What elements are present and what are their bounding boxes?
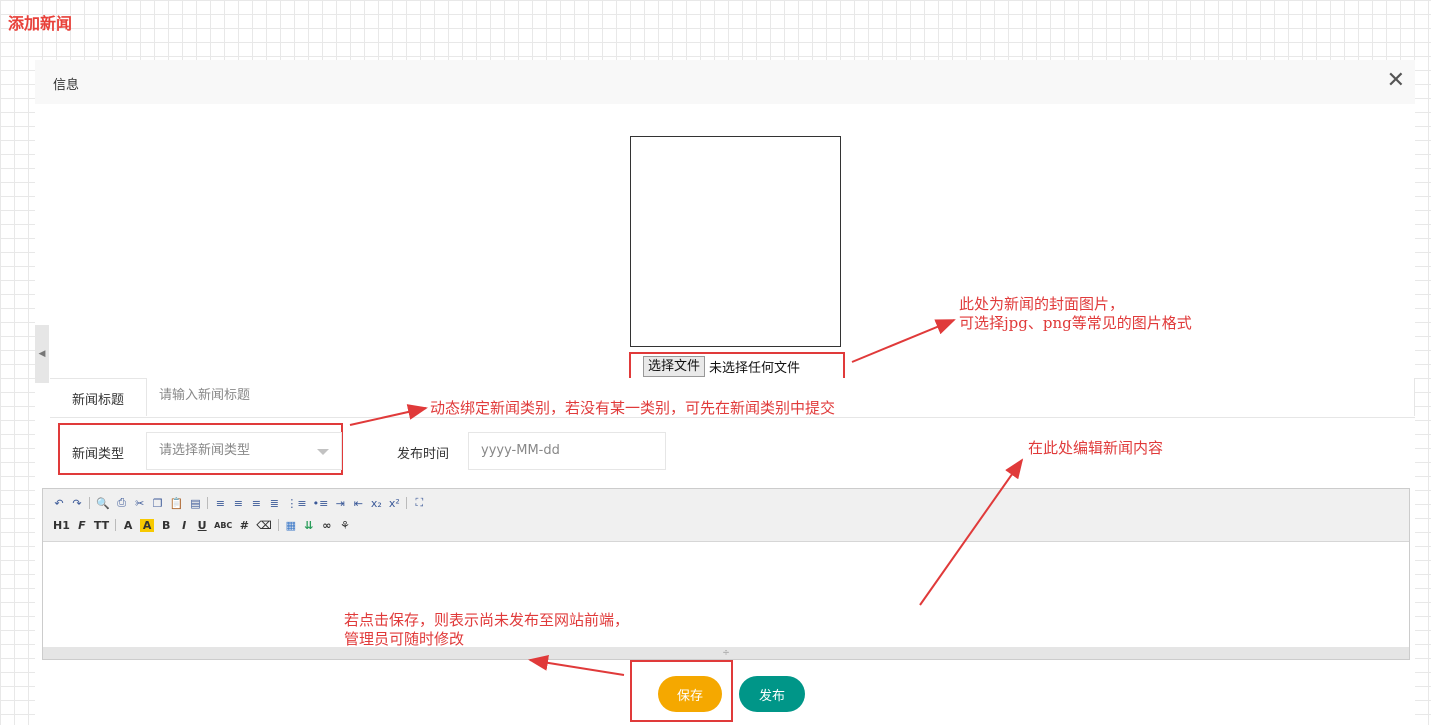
annotation-arrows: [349, 319, 1024, 676]
arrow-to-content-annotation: [919, 458, 1024, 606]
arrow-to-cover-annotation: [851, 319, 956, 363]
arrow-to-type-annotation: [349, 404, 428, 426]
arrow-to-save-annotation: [528, 654, 625, 676]
